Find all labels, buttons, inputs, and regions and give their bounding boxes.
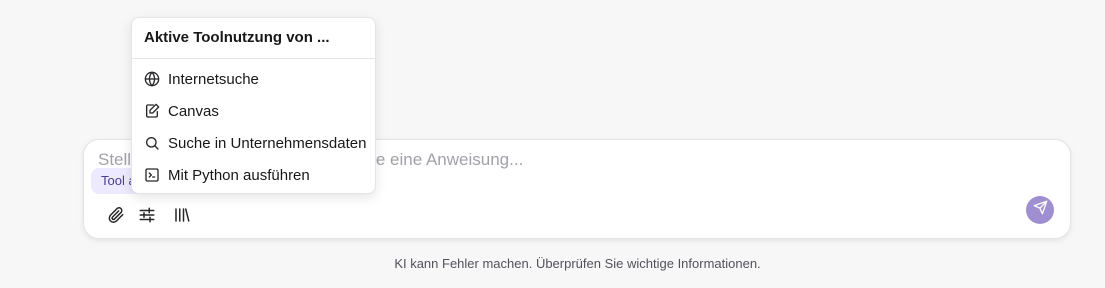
- library-button[interactable]: [169, 202, 195, 228]
- menu-item-internetsuche[interactable]: Internetsuche: [136, 65, 371, 93]
- chat-page: Tool aktiv: [0, 0, 1105, 288]
- menu-item-canvas[interactable]: Canvas: [136, 97, 371, 125]
- library-icon: [173, 206, 191, 224]
- globe-icon: [144, 71, 160, 87]
- menu-item-label: Internetsuche: [168, 70, 259, 88]
- paperclip-icon: [107, 206, 125, 224]
- menu-item-label: Suche in Unternehmensdaten: [168, 134, 367, 152]
- canvas-edit-icon: [144, 103, 160, 119]
- send-button[interactable]: [1026, 196, 1054, 224]
- dropdown-divider: [132, 58, 375, 59]
- send-icon: [1033, 200, 1048, 220]
- settings-button[interactable]: [134, 202, 160, 228]
- menu-item-python[interactable]: Mit Python ausführen: [136, 161, 371, 189]
- menu-item-unternehmensdaten[interactable]: Suche in Unternehmensdaten: [136, 129, 371, 157]
- sliders-icon: [138, 206, 156, 224]
- terminal-icon: [144, 167, 160, 183]
- menu-item-label: Canvas: [168, 102, 219, 120]
- dropdown-title: Aktive Toolnutzung von ...: [144, 29, 330, 46]
- attach-button[interactable]: [103, 202, 129, 228]
- menu-item-label: Mit Python ausführen: [168, 166, 310, 184]
- tool-usage-dropdown: Aktive Toolnutzung von ... Internetsuche…: [131, 17, 376, 194]
- disclaimer-text: KI kann Fehler machen. Überprüfen Sie wi…: [394, 256, 761, 271]
- search-icon: [144, 135, 160, 151]
